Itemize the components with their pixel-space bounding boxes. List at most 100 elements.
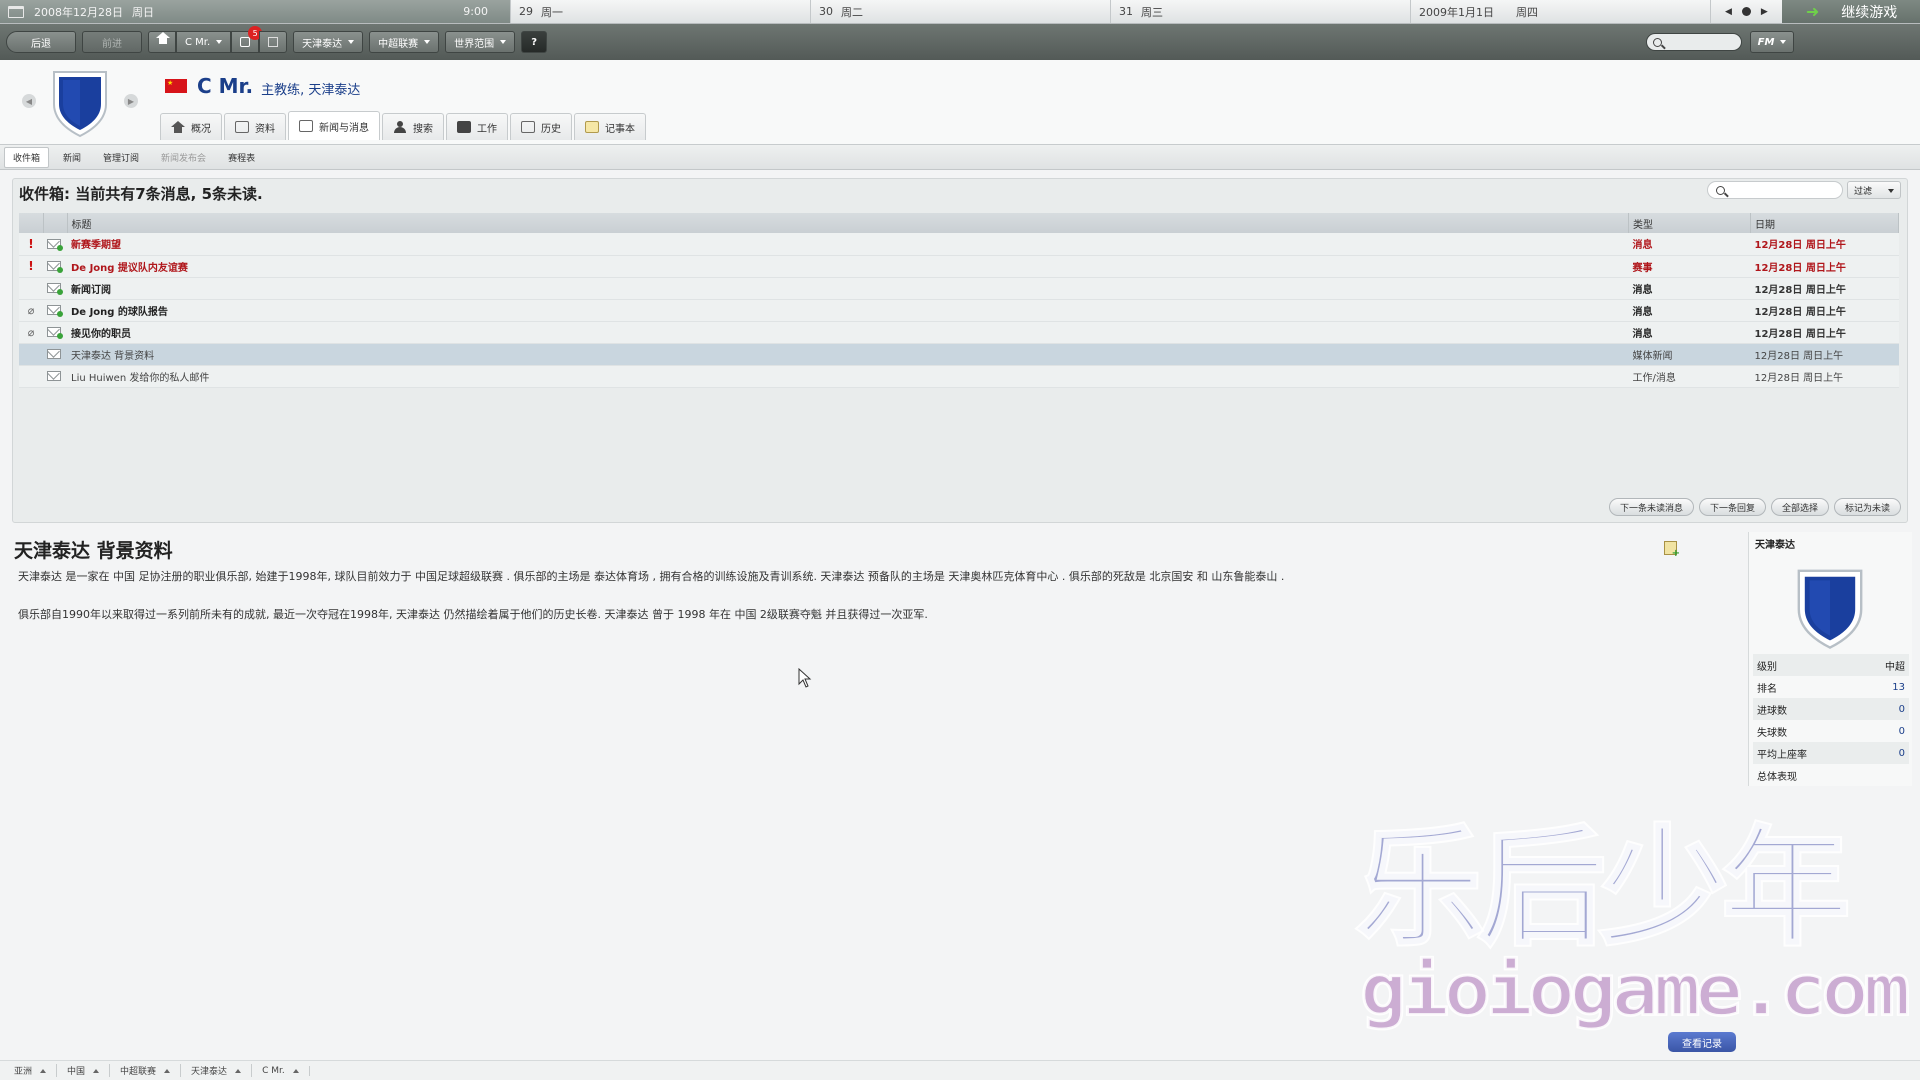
subtab-fixtures[interactable]: 赛程表 [220,148,263,167]
breadcrumb-item[interactable]: 中超联赛 [116,1064,182,1077]
club-menu[interactable]: 天津泰达 [293,31,364,53]
continue-arrow-icon: ➜ [1805,2,1820,21]
help-button[interactable]: ? [521,31,548,53]
breadcrumb-item[interactable]: 中国 [63,1064,111,1077]
prev-arrow-icon[interactable]: ◀ [1725,7,1732,17]
breadcrumb-item[interactable]: 亚洲 [10,1064,58,1077]
attachment-icon: ⌀ [19,321,43,344]
subtab-news[interactable]: 新闻 [55,148,89,167]
notepad-icon [585,121,599,133]
select-all-button[interactable]: 全部选择 [1770,498,1829,516]
unread-envelope-icon [47,238,63,251]
stat-row: 进球数 0 [1753,698,1909,720]
mark-unread-button[interactable]: 标记为未读 [1833,498,1901,516]
tab-overview[interactable]: 概况 [160,113,222,140]
message-paragraph: 天津泰达 是一家在 中国 足协注册的职业俱乐部, 始建于1998年, 球队目前效… [18,570,1285,583]
add-note-icon[interactable] [1664,541,1680,559]
title-column-header[interactable]: 标题 [67,213,1629,233]
message-type: 赛事 [1628,255,1751,278]
next-profile-button[interactable]: ▶ [124,94,138,108]
table-row[interactable]: ⌀ De Jong 的球队报告 消息 12月28日 周日上午 [19,299,1899,322]
continue-label: 继续游戏 [1841,4,1898,21]
tab-history[interactable]: 历史 [510,113,572,140]
next-unread-button[interactable]: 下一条未读消息 [1608,498,1694,516]
current-date-text: 2008年12月28日 [34,5,123,19]
home-icon [156,32,170,47]
inbox-icon [240,37,251,47]
fm-menu[interactable]: FM [1750,31,1794,53]
message-type: 消息 [1628,277,1751,300]
table-row[interactable]: ! 新赛季期望 消息 12月28日 周日上午 [19,233,1899,256]
table-row[interactable]: 新闻订阅 消息 12月28日 周日上午 [19,277,1899,300]
calendar-button[interactable] [259,31,288,53]
club-name[interactable]: 天津泰达 [1749,532,1912,555]
calendar-icon [8,5,24,18]
filter-button[interactable]: 过滤 [1847,181,1901,199]
sub-tabs: 收件箱 新闻 管理订阅 新闻发布会 赛程表 [0,144,1920,170]
inbox-button[interactable]: 5 [231,26,263,53]
next-reply-button[interactable]: 下一条回复 [1698,498,1766,516]
club-summary: 天津泰达 级别 中超 排名 13 进球数 0 失球数 0 平均上座率 0 总体表现 [1748,532,1912,786]
read-envelope-icon [47,349,61,359]
table-row[interactable]: ⌀ 接见你的职员 消息 12月28日 周日上午 [19,321,1899,344]
news-icon [299,120,313,132]
tab-search[interactable]: 搜索 [382,113,444,140]
table-row[interactable]: 天津泰达 背景资料 媒体新闻 12月28日 周日上午 [19,343,1899,366]
table-row[interactable]: Liu Huiwen 发给你的私人邮件 工作/消息 12月28日 周日上午 [19,365,1899,388]
read-column-header[interactable] [43,213,68,233]
manager-menu[interactable]: C Mr. [176,31,232,53]
china-flag-icon [165,79,187,93]
message-title: Liu Huiwen 发给你的私人邮件 [67,365,1629,388]
toolbar-search-input[interactable] [1646,33,1742,51]
next-arrow-icon[interactable]: ▶ [1761,7,1768,17]
subtab-subscriptions[interactable]: 管理订阅 [95,148,147,167]
breadcrumb-item[interactable]: 天津泰达 [187,1064,253,1077]
search-icon [1716,185,1725,195]
manager-role-link[interactable]: 主教练, 天津泰达 [261,79,360,98]
day-cell[interactable]: 2009年1月1日 周四 [1410,0,1710,23]
message-date: 12月28日 周日上午 [1750,343,1899,366]
message-date: 12月28日 周日上午 [1750,321,1899,344]
date-column-header[interactable]: 日期 [1750,213,1899,233]
unread-envelope-icon [47,305,63,317]
back-button[interactable]: 后退 [6,31,76,53]
day-cell[interactable]: 31 周三 [1110,0,1410,23]
watermark-brand: 乐后少年 [1354,814,1852,963]
day-cell[interactable]: 30 周二 [810,0,1110,23]
caret-down-icon [216,40,223,44]
world-menu[interactable]: 世界范围 [445,31,516,53]
tab-profile[interactable]: 资料 [224,113,286,140]
inbox-panel: 收件箱: 当前共有7条消息, 5条未读. 过滤 标题 类型 日期 ! 新赛季期望… [12,178,1908,523]
tab-news-messages[interactable]: 新闻与消息 [288,111,380,140]
current-weekday: 周日 [132,5,154,19]
current-date[interactable]: 2008年12月28日 周日 9:00 [0,0,510,23]
subtab-inbox[interactable]: 收件箱 [4,146,50,168]
forward-button[interactable]: 前进 [82,31,142,53]
prev-profile-button[interactable]: ◀ [22,94,36,108]
club-stats: 级别 中超 排名 13 进球数 0 失球数 0 平均上座率 0 总体表现 [1753,654,1909,786]
tab-notepad[interactable]: 记事本 [574,113,646,140]
home-button[interactable] [148,31,176,53]
continue-game-button[interactable]: ➜ 继续游戏 [1781,0,1920,23]
toolbar-right: FM [1646,31,1800,53]
inbox-search-input[interactable] [1707,181,1843,199]
stat-row: 总体表现 [1757,771,1797,783]
message-paragraph: 俱乐部自1990年以来取得过一系列前所未有的成就, 最近一次夺冠在1998年, … [18,608,928,621]
subtab-press-conference[interactable]: 新闻发布会 [153,148,214,167]
table-row[interactable]: ! De Jong 提议队内友谊赛 赛事 12月28日 周日上午 [19,255,1899,278]
league-menu[interactable]: 中超联赛 [369,31,440,53]
type-column-header[interactable]: 类型 [1628,213,1751,233]
breadcrumb-item[interactable]: C Mr. [258,1065,310,1076]
current-time: 9:00 [463,5,488,18]
calendar-icon [268,37,279,47]
caret-down-icon [348,40,355,44]
tab-job[interactable]: 工作 [446,113,508,140]
unread-envelope-icon [47,261,63,273]
profile-card-icon [235,121,249,133]
club-crest-icon [1797,569,1863,649]
view-record-button[interactable]: 查看记录 [1668,1032,1736,1052]
flag-column-header[interactable] [19,213,44,233]
today-dot-icon[interactable] [1741,7,1751,16]
message-type: 消息 [1628,299,1751,322]
day-cell[interactable]: 29 周一 [510,0,810,23]
